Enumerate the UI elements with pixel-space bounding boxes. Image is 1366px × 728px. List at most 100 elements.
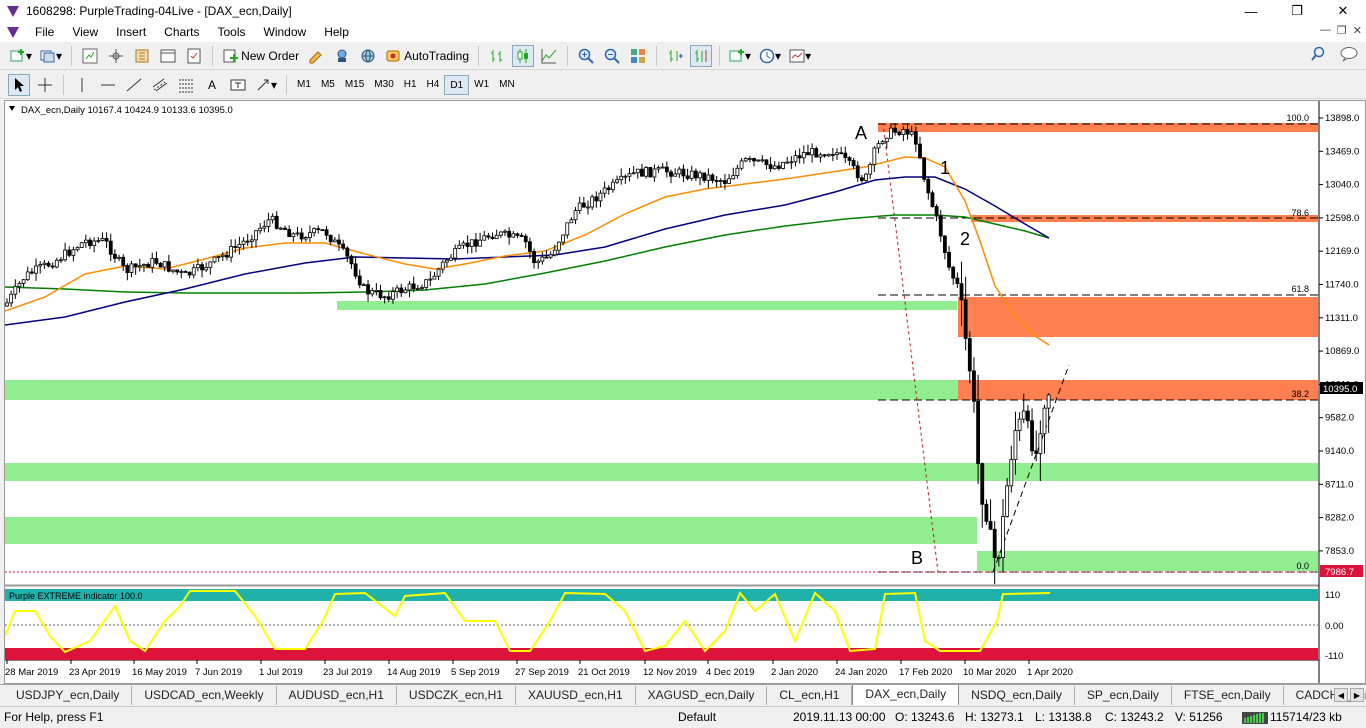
timeframe-h1[interactable]: H1 (399, 75, 422, 95)
trendline-button[interactable] (123, 74, 145, 96)
candle-body (399, 287, 404, 294)
chart-shift-icon (695, 49, 707, 62)
bar-chart-button[interactable] (486, 45, 508, 67)
menu-window[interactable]: Window (255, 22, 316, 42)
timeframe-m15[interactable]: M15 (340, 75, 369, 95)
chart-tab[interactable]: XAGUSD_ecn,Daily (636, 686, 768, 705)
menu-charts[interactable]: Charts (155, 22, 208, 42)
menu-tools[interactable]: Tools (209, 22, 255, 42)
periods-button[interactable]: ▾ (757, 45, 783, 67)
candle-body (777, 165, 781, 169)
price-tick-label: 13469.0 (1325, 146, 1359, 157)
candle-body (1026, 410, 1030, 422)
timeframe-m5[interactable]: M5 (316, 75, 340, 95)
timeframe-m1[interactable]: M1 (292, 75, 316, 95)
menu-insert[interactable]: Insert (107, 22, 155, 42)
community-button[interactable] (357, 45, 379, 67)
candlestick-button[interactable] (512, 44, 535, 67)
price-chart[interactable]: 100.0 78.6 61.8 38.2 0.0 A 1 2 B DAX_ecn… (5, 101, 1365, 683)
menu-help[interactable]: Help (315, 22, 358, 42)
price-tick-label: 13040.0 (1325, 180, 1359, 191)
candle-body (71, 249, 76, 256)
market-watch-button[interactable] (79, 45, 101, 67)
minimize-button[interactable]: — (1228, 0, 1274, 22)
zoom-out-button[interactable] (601, 45, 623, 67)
close-button[interactable]: ✕ (1320, 0, 1366, 22)
symbol-header: DAX_ecn,Daily 10167.4 10424.9 10133.6 10… (21, 105, 233, 116)
search-icon[interactable] (1310, 46, 1326, 62)
chart-shift-button[interactable] (690, 44, 713, 67)
chart-tab[interactable]: USDCAD_ecn,Weekly (132, 686, 277, 705)
candle-body (922, 157, 927, 180)
chart-tab[interactable]: SP_ecn,Daily (1075, 686, 1172, 705)
chat-icon[interactable] (1340, 46, 1358, 62)
candle-body (884, 137, 889, 143)
mdi-restore-button[interactable]: ❐ (1337, 24, 1347, 37)
timeframe-mn[interactable]: MN (494, 75, 520, 95)
restore-button[interactable]: ❐ (1274, 0, 1320, 22)
auto-trading-button[interactable]: AutoTrading (383, 45, 471, 67)
chart-tab[interactable]: DAX_ecn,Daily (852, 685, 960, 705)
templates-button[interactable]: ▾ (787, 45, 813, 67)
candle-body (947, 252, 951, 268)
cursor-button[interactable] (8, 73, 30, 96)
chart-tab[interactable]: XAUUSD_ecn,H1 (516, 686, 636, 705)
text-label-icon (230, 79, 246, 90)
fibonacci-button[interactable] (175, 74, 197, 96)
candle-body (166, 261, 171, 272)
tab-scroll-left-icon[interactable]: ◀ (1334, 688, 1348, 702)
window-title: 1608298: PurpleTrading-04Live - [DAX_ecn… (26, 4, 292, 18)
chart-tab[interactable]: USDJPY_ecn,Daily (4, 686, 133, 705)
signals-button[interactable] (331, 45, 353, 67)
new-chart-button[interactable]: ▾ (8, 45, 34, 67)
strategy-tester-button[interactable] (183, 45, 205, 67)
mdi-close-button[interactable]: ✕ (1353, 24, 1362, 37)
text-label-button[interactable] (227, 74, 249, 96)
chart-tab[interactable]: USDCZK_ecn,H1 (397, 686, 516, 705)
indicators-button[interactable]: ▾ (727, 45, 753, 67)
chart-tab[interactable]: AUDUSD_ecn,H1 (277, 686, 397, 705)
chart-window[interactable]: 100.0 78.6 61.8 38.2 0.0 A 1 2 B DAX_ecn… (4, 100, 1366, 684)
auto-scroll-button[interactable] (664, 45, 686, 67)
candle-body (552, 249, 557, 256)
indicator-label: Purple EXTREME indicator 100.0 (9, 591, 143, 601)
menu-view[interactable]: View (63, 22, 107, 42)
metaeditor-button[interactable] (305, 45, 327, 67)
candle-body (108, 240, 113, 255)
terminal-button[interactable] (157, 45, 179, 67)
mdi-minimize-button[interactable]: — (1320, 24, 1331, 37)
tab-scroll-right-icon[interactable]: ▶ (1350, 688, 1364, 702)
crosshair-button[interactable] (34, 74, 56, 96)
data-window-button[interactable] (105, 45, 127, 67)
candle-body (200, 264, 204, 271)
candle-body (370, 290, 375, 295)
candle-body (515, 233, 520, 236)
candle-body (320, 229, 325, 232)
candle-body (195, 264, 200, 269)
price-tick-label: 13898.0 (1325, 113, 1359, 124)
candle-body (976, 400, 980, 464)
timeframe-h4[interactable]: H4 (422, 75, 445, 95)
text-button[interactable]: A (201, 74, 223, 96)
timeframe-w1[interactable]: W1 (469, 75, 494, 95)
horizontal-line-button[interactable] (97, 74, 119, 96)
new-order-button[interactable]: New Order (220, 45, 301, 67)
candle-body (843, 152, 848, 159)
candle-body (424, 279, 429, 288)
chart-tab[interactable]: FTSE_ecn,Daily (1172, 686, 1284, 705)
equidistant-channel-button[interactable] (149, 74, 171, 96)
chart-window-icon[interactable] (6, 25, 20, 39)
tile-windows-button[interactable] (627, 45, 649, 67)
candle-body (1042, 407, 1047, 435)
zoom-in-button[interactable] (575, 45, 597, 67)
arrows-button[interactable]: ▾ (253, 74, 279, 96)
profiles-button[interactable]: ▾ (38, 45, 64, 67)
chart-tab[interactable]: CL_ecn,H1 (767, 686, 853, 705)
menu-file[interactable]: File (26, 22, 63, 42)
navigator-button[interactable] (131, 45, 153, 67)
timeframe-m30[interactable]: M30 (369, 75, 398, 95)
timeframe-d1[interactable]: D1 (444, 74, 470, 95)
chart-tab[interactable]: NSDQ_ecn,Daily (959, 686, 1075, 705)
line-chart-button[interactable] (538, 45, 560, 67)
vertical-line-button[interactable] (71, 74, 93, 96)
